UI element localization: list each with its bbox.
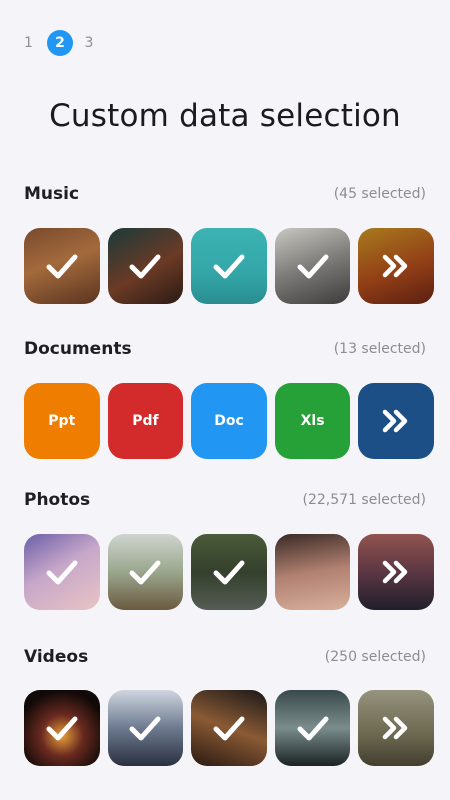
photo-thumb-2[interactable] (107, 534, 184, 610)
step-3[interactable]: 3 (76, 30, 102, 56)
documents-selected-count: (13 selected) (333, 341, 426, 357)
music-section-header: Music (45 selected) (24, 184, 426, 204)
checkmark-icon (129, 716, 161, 741)
documents-more-button[interactable] (358, 383, 434, 459)
double-chevron-right-icon (382, 409, 408, 433)
documents-section-title: Documents (24, 339, 132, 359)
checkmark-icon (129, 254, 161, 279)
doc-label-pdf: Pdf (132, 413, 159, 429)
double-chevron-right-icon (382, 560, 408, 584)
page-title: Custom data selection (49, 98, 401, 134)
doc-tile-ppt[interactable]: Ppt (24, 383, 100, 459)
doc-label-doc: Doc (214, 413, 244, 429)
videos-section-header: Videos (250 selected) (24, 647, 426, 667)
photos-more-button[interactable] (358, 534, 434, 610)
checkmark-icon (46, 716, 78, 741)
photos-selected-count: (22,571 selected) (302, 492, 426, 508)
checkmark-icon (213, 716, 245, 741)
checkmark-icon (46, 560, 78, 585)
video-thumb-1[interactable] (24, 690, 100, 766)
photo-thumb-1[interactable] (24, 534, 100, 610)
doc-label-xls: Xls (300, 413, 325, 429)
checkmark-icon (213, 560, 245, 585)
videos-more-button[interactable] (358, 690, 434, 766)
photos-section-header: Photos (22,571 selected) (24, 490, 426, 510)
music-tiles (24, 228, 434, 304)
documents-tiles: Ppt Pdf Doc Xls (24, 383, 434, 459)
music-selected-count: (45 selected) (333, 186, 426, 202)
videos-section-title: Videos (24, 647, 89, 667)
music-thumb-4[interactable] (274, 228, 351, 304)
photo-thumb-3[interactable] (191, 534, 267, 610)
video-thumb-4[interactable] (274, 690, 351, 766)
double-chevron-right-icon (382, 716, 408, 740)
checkmark-icon (129, 560, 161, 585)
step-1[interactable]: 1 (24, 30, 44, 56)
photos-section-title: Photos (24, 490, 91, 510)
video-thumb-3[interactable] (191, 690, 267, 766)
doc-tile-pdf[interactable]: Pdf (107, 383, 184, 459)
checkmark-icon (297, 716, 329, 741)
photo-thumb-4[interactable] (274, 534, 351, 610)
checkmark-icon (213, 254, 245, 279)
checkmark-icon (46, 254, 78, 279)
videos-tiles (24, 690, 434, 766)
page-stepper: 1 2 3 (24, 30, 102, 56)
music-more-button[interactable] (358, 228, 434, 304)
music-thumb-1[interactable] (24, 228, 100, 304)
checkmark-icon (297, 254, 329, 279)
photos-tiles (24, 534, 434, 610)
music-section-title: Music (24, 184, 80, 204)
double-chevron-right-icon (382, 254, 408, 278)
doc-label-ppt: Ppt (48, 413, 76, 429)
doc-tile-doc[interactable]: Doc (191, 383, 267, 459)
music-thumb-3[interactable] (191, 228, 267, 304)
music-thumb-2[interactable] (107, 228, 184, 304)
doc-tile-xls[interactable]: Xls (274, 383, 351, 459)
documents-section-header: Documents (13 selected) (24, 339, 426, 359)
video-thumb-2[interactable] (107, 690, 184, 766)
videos-selected-count: (250 selected) (324, 649, 426, 665)
step-2-active[interactable]: 2 (47, 30, 73, 56)
